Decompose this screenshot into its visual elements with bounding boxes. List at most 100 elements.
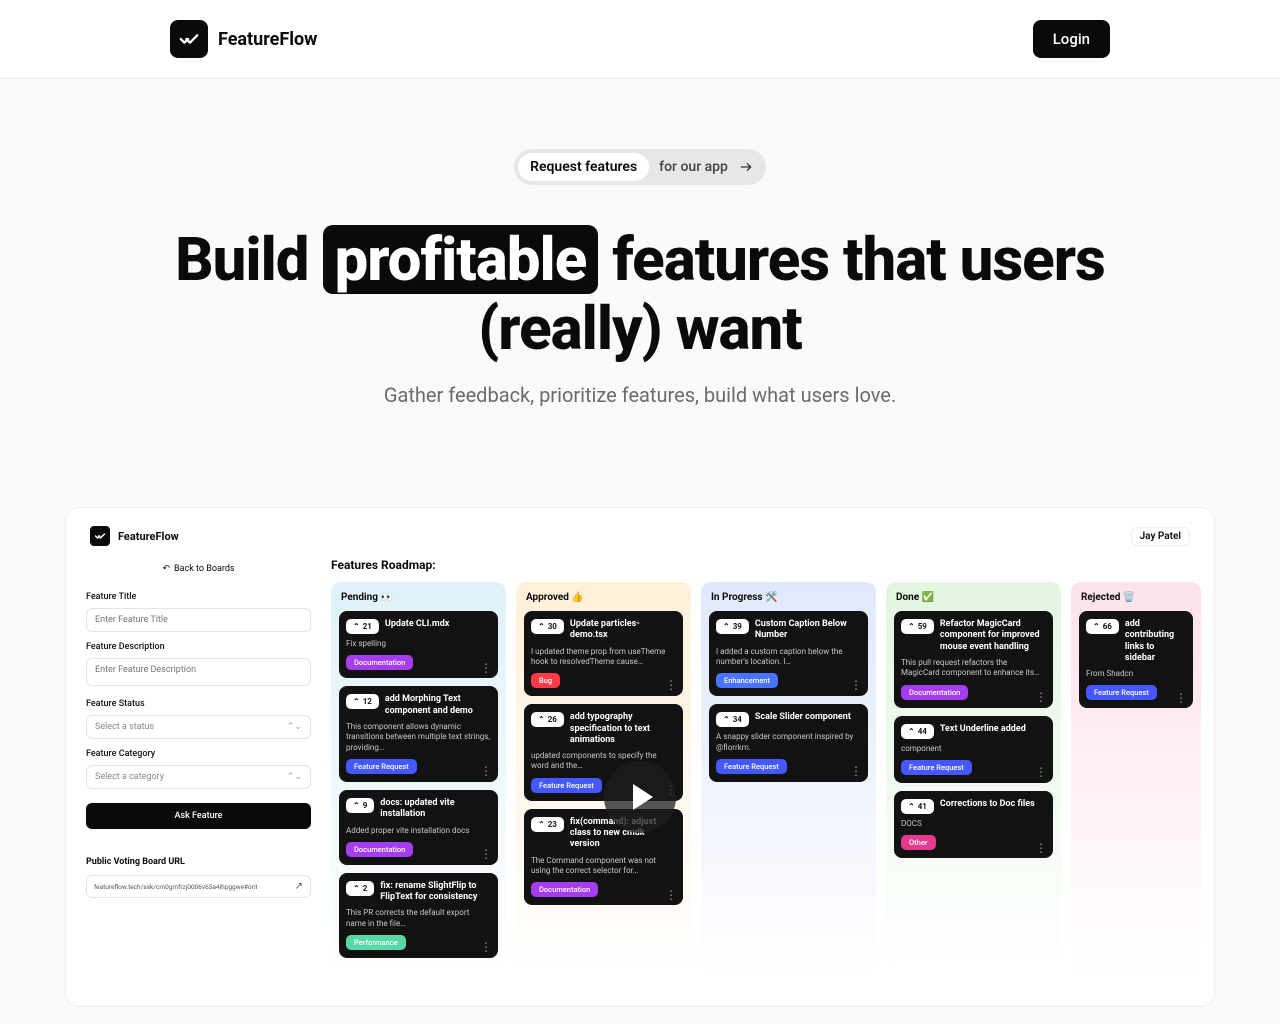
vote-button[interactable]: ⌃ 41 bbox=[901, 799, 934, 814]
feature-card[interactable]: ⌃ 30 Update particles-demo.tsx I updated t… bbox=[524, 611, 683, 696]
public-url-label: Public Voting Board URL bbox=[86, 857, 311, 867]
public-url-value: featureflow.tech/ssk/cm0gmfrzj0006v65a4i… bbox=[94, 883, 258, 891]
card-description: I updated theme prop from useTheme hook … bbox=[531, 647, 676, 668]
chevron-up-icon: ⌃ bbox=[1093, 622, 1100, 631]
vote-button[interactable]: ⌃ 59 bbox=[901, 619, 934, 634]
card-title: Corrections to Doc files bbox=[940, 799, 1046, 810]
external-link-icon[interactable]: ↗ bbox=[295, 881, 303, 892]
board-column: Done ✅ ⌃ 59Refactor MagicCard component f… bbox=[886, 582, 1061, 976]
vote-button[interactable]: ⌃ 44 bbox=[901, 724, 934, 739]
kebab-menu-icon[interactable]: ⋮ bbox=[850, 683, 862, 688]
feature-card[interactable]: ⌃ 12 add Morphing Text component and demo… bbox=[339, 686, 498, 782]
status-select[interactable]: Select a status ⌃⌄ bbox=[86, 715, 311, 739]
feature-card[interactable]: ⌃ 34 Scale Slider component A snappy slide… bbox=[709, 704, 868, 782]
card-description: I added a custom caption below the numbe… bbox=[716, 647, 861, 668]
card-tag: Bug bbox=[531, 673, 560, 688]
feature-card[interactable]: ⌃ 41Corrections to Doc filesDOCSOther⋮ bbox=[894, 791, 1053, 858]
category-field-label: Feature Category bbox=[86, 749, 311, 759]
chevron-up-icon: ⌃ bbox=[538, 820, 545, 829]
card-description: Added proper vite installation docs bbox=[346, 826, 491, 836]
feature-card[interactable]: ⌃ 59Refactor MagicCard component for imp… bbox=[894, 611, 1053, 708]
back-to-boards-link[interactable]: ↶ Back to Boards bbox=[86, 558, 311, 580]
vote-button[interactable]: ⌃ 66 bbox=[1086, 619, 1119, 634]
brand-name: FeatureFlow bbox=[218, 29, 317, 50]
board-columns: Pending 👀⌃ 21Update CLI.mdxFix spellingD… bbox=[331, 582, 1201, 976]
board-column: Pending 👀⌃ 21Update CLI.mdxFix spellingD… bbox=[331, 582, 506, 976]
desc-textarea[interactable] bbox=[86, 658, 311, 686]
feature-card[interactable]: ⌃ 39Custom Caption Below NumberI added a… bbox=[709, 611, 868, 696]
vote-button[interactable]: ⌃ 21 bbox=[346, 619, 379, 634]
kebab-menu-icon[interactable]: ⋮ bbox=[1035, 695, 1047, 700]
kebab-menu-icon[interactable]: ⋮ bbox=[850, 769, 862, 774]
kebab-menu-icon[interactable]: ⋮ bbox=[1035, 770, 1047, 775]
vote-button[interactable]: ⌃ 9 bbox=[346, 798, 374, 813]
card-description: component bbox=[901, 744, 1046, 754]
board-column: Rejected 🗑️⌃ 66add contributing links to… bbox=[1071, 582, 1201, 976]
card-description: This pull request refactors the MagicCar… bbox=[901, 658, 1046, 679]
vote-button[interactable]: ⌃ 34 bbox=[716, 712, 749, 727]
preview-brand-wrap: FeatureFlow bbox=[90, 526, 179, 546]
vote-button[interactable]: ⌃ 26 bbox=[531, 712, 564, 727]
feature-card[interactable]: ⌃ 66 add contributing links to sidebar Fro… bbox=[1079, 611, 1193, 708]
login-button[interactable]: Login bbox=[1033, 20, 1110, 58]
kebab-menu-icon[interactable]: ⋮ bbox=[480, 945, 492, 950]
ask-feature-button[interactable]: Ask Feature bbox=[86, 803, 311, 829]
feature-card[interactable]: ⌃ 44Text Underline addedcomponentFeature… bbox=[894, 716, 1053, 783]
chevron-up-icon: ⌃ bbox=[353, 884, 360, 893]
card-description: A snappy slider component inspired by @f… bbox=[716, 732, 861, 753]
vote-button[interactable]: ⌃ 39 bbox=[716, 619, 749, 634]
video-play-button[interactable] bbox=[604, 761, 676, 833]
kebab-menu-icon[interactable]: ⋮ bbox=[480, 666, 492, 671]
vote-button[interactable]: ⌃ 23 bbox=[531, 817, 564, 832]
vote-button[interactable]: ⌃ 2 bbox=[346, 881, 374, 896]
card-title: fix: rename SlightFlip to FlipText for c… bbox=[380, 881, 491, 904]
column-title: Approved 👍 bbox=[524, 592, 683, 603]
card-title: Scale Slider component bbox=[755, 712, 861, 723]
card-tag: Feature Request bbox=[716, 759, 787, 774]
card-description: From Shadcn bbox=[1086, 669, 1186, 679]
card-title: Update CLI.mdx bbox=[385, 619, 491, 630]
column-title: Done ✅ bbox=[894, 592, 1053, 603]
preview-user-chip[interactable]: Jay Patel bbox=[1131, 527, 1190, 546]
card-description: Fix spelling bbox=[346, 639, 491, 649]
card-title: Update particles-demo.tsx bbox=[570, 619, 676, 642]
announce-pill-text: for our app bbox=[659, 159, 728, 175]
card-tag: Enhancement bbox=[716, 673, 778, 688]
kebab-menu-icon[interactable]: ⋮ bbox=[1035, 846, 1047, 851]
feature-card[interactable]: ⌃ 21Update CLI.mdxFix spellingDocumentat… bbox=[339, 611, 498, 678]
category-placeholder: Select a category bbox=[95, 772, 164, 782]
status-placeholder: Select a status bbox=[95, 722, 154, 732]
site-header: FeatureFlow Login bbox=[0, 0, 1280, 79]
card-description: The Command component was not using the … bbox=[531, 856, 676, 877]
card-title: add Morphing Text component and demo bbox=[385, 694, 491, 717]
vote-button[interactable]: ⌃ 30 bbox=[531, 619, 564, 634]
feature-card[interactable]: ⌃ 9 docs: updated vite installation Added … bbox=[339, 790, 498, 865]
desc-field-label: Feature Description bbox=[86, 642, 311, 652]
preview-brand-name: FeatureFlow bbox=[118, 530, 179, 543]
roadmap-board: Features Roadmap: Pending 👀⌃ 21Update CL… bbox=[331, 558, 1201, 976]
category-select[interactable]: Select a category ⌃⌄ bbox=[86, 765, 311, 789]
announce-pill[interactable]: Request features for our app bbox=[514, 149, 766, 185]
chevron-up-icon: ⌃ bbox=[353, 697, 360, 706]
card-tag: Feature Request bbox=[1086, 685, 1157, 700]
card-title: add typography specification to text ani… bbox=[570, 712, 676, 746]
chevron-up-icon: ⌃ bbox=[353, 622, 360, 631]
card-tag: Performance bbox=[346, 935, 406, 950]
headline-highlight: profitable bbox=[323, 225, 599, 294]
vote-button[interactable]: ⌃ 12 bbox=[346, 694, 379, 709]
chevron-up-icon: ⌃ bbox=[723, 622, 730, 631]
kebab-menu-icon[interactable]: ⋮ bbox=[665, 893, 677, 898]
preview-logo-icon bbox=[90, 526, 110, 546]
kebab-menu-icon[interactable]: ⋮ bbox=[480, 769, 492, 774]
kebab-menu-icon[interactable]: ⋮ bbox=[1175, 696, 1187, 701]
board-title: Features Roadmap: bbox=[331, 558, 1201, 572]
card-tag: Documentation bbox=[901, 685, 968, 700]
kebab-menu-icon[interactable]: ⋮ bbox=[480, 852, 492, 857]
card-tag: Other bbox=[901, 835, 936, 850]
select-chevron-icon: ⌃⌄ bbox=[287, 722, 302, 732]
card-title: add contributing links to sidebar bbox=[1125, 619, 1186, 664]
feature-card[interactable]: ⌃ 2 fix: rename SlightFlip to FlipText fo… bbox=[339, 873, 498, 958]
title-input[interactable] bbox=[86, 608, 311, 632]
kebab-menu-icon[interactable]: ⋮ bbox=[665, 683, 677, 688]
card-title: docs: updated vite installation bbox=[380, 798, 491, 821]
